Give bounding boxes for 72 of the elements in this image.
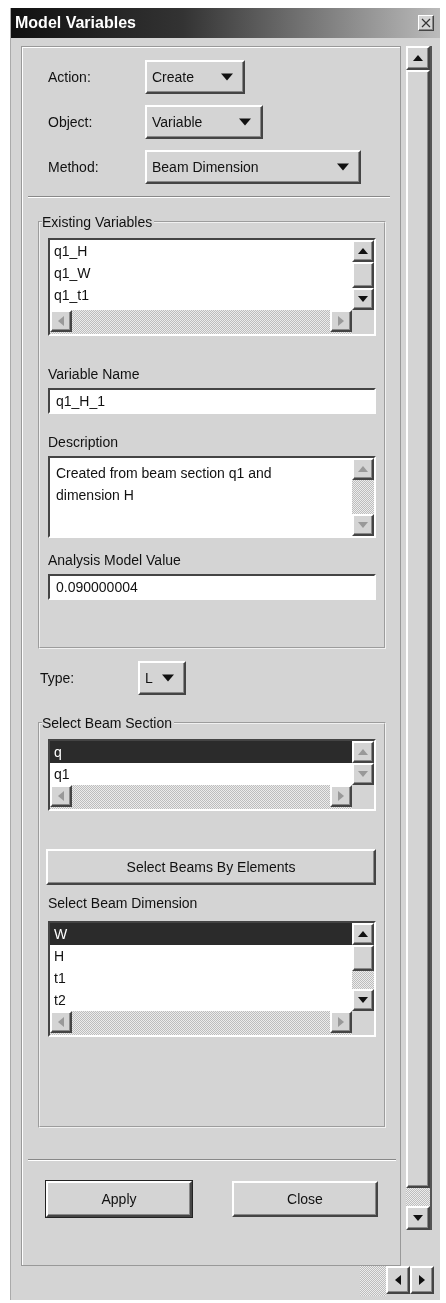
dialog-button[interactable]: Apply <box>46 1181 192 1217</box>
caret-icon <box>239 116 251 128</box>
up-triangle-icon <box>358 464 368 474</box>
scroll-down-button[interactable] <box>352 288 374 310</box>
scroll-thumb[interactable] <box>352 262 374 288</box>
caret-icon <box>162 672 174 684</box>
window-title: Model Variables <box>15 14 136 32</box>
up-triangle-icon <box>358 747 368 757</box>
right-triangle-icon <box>336 316 346 326</box>
up-triangle-icon <box>413 53 423 63</box>
list-item[interactable]: q <box>50 741 352 763</box>
scroll-down-button[interactable] <box>352 763 374 785</box>
field-label: Select Beam Dimension <box>48 895 199 911</box>
field-label: Type: <box>40 670 76 686</box>
field-label: Action: <box>48 69 92 85</box>
field-label: Method: <box>48 159 100 175</box>
dropdown[interactable]: Variable <box>145 105 263 139</box>
down-triangle-icon <box>358 520 368 530</box>
scroll-left-button[interactable] <box>386 1266 410 1294</box>
field-label: Analysis Model Value <box>48 552 182 568</box>
scroll-up-button[interactable] <box>352 240 374 262</box>
scroll-down-button[interactable] <box>352 514 374 536</box>
select-beams-button[interactable]: Select Beams By Elements <box>46 849 376 885</box>
dropdown[interactable]: L <box>138 661 186 695</box>
left-triangle-icon <box>393 1275 403 1285</box>
scroll-down-button[interactable] <box>352 989 374 1011</box>
scroll-thumb[interactable] <box>352 945 374 971</box>
down-triangle-icon <box>358 769 368 779</box>
scroll-right-button[interactable] <box>330 785 352 807</box>
field-label: Variable Name <box>48 366 141 382</box>
list-box[interactable]: W H t1 t2 <box>48 921 376 1037</box>
field-label: Object: <box>48 114 94 130</box>
list-box[interactable]: q q1 <box>48 739 376 811</box>
input-field[interactable]: q1_H_1 <box>48 388 376 414</box>
list-item[interactable]: W <box>50 923 352 945</box>
left-triangle-icon <box>56 791 66 801</box>
group-title: Select Beam Section <box>42 715 173 731</box>
scroll-up-button[interactable] <box>352 923 374 945</box>
caret-icon <box>337 161 349 173</box>
up-triangle-icon <box>358 929 368 939</box>
close-icon <box>421 18 431 28</box>
right-triangle-icon <box>336 1017 346 1027</box>
dialog-button[interactable]: Close <box>232 1181 378 1217</box>
list-box[interactable]: q1_H q1_W q1_t1 <box>48 238 376 336</box>
group-title: Existing Variables <box>42 214 154 230</box>
down-triangle-icon <box>358 995 368 1005</box>
input-field[interactable]: 0.090000004 <box>48 574 376 600</box>
down-triangle-icon <box>358 294 368 304</box>
right-triangle-icon <box>336 791 346 801</box>
scroll-up-button[interactable] <box>352 458 374 480</box>
scroll-left-button[interactable] <box>50 1011 72 1033</box>
scroll-right-button[interactable] <box>410 1266 434 1294</box>
up-triangle-icon <box>358 246 368 256</box>
right-triangle-icon <box>417 1275 427 1285</box>
scroll-down-button[interactable] <box>406 1206 430 1230</box>
scroll-up-button[interactable] <box>406 46 430 70</box>
left-triangle-icon <box>56 1017 66 1027</box>
scroll-track[interactable] <box>406 1188 430 1206</box>
scroll-right-button[interactable] <box>330 310 352 332</box>
close-button[interactable] <box>418 15 434 31</box>
scroll-up-button[interactable] <box>352 741 374 763</box>
scroll-track[interactable] <box>360 1266 386 1296</box>
down-triangle-icon <box>413 1213 423 1223</box>
scroll-right-button[interactable] <box>330 1011 352 1033</box>
left-triangle-icon <box>56 316 66 326</box>
text-area[interactable]: Created from beam section q1 and dimension H <box>48 456 376 538</box>
scroll-left-button[interactable] <box>50 785 72 807</box>
field-label: Description <box>48 434 120 450</box>
caret-icon <box>221 71 233 83</box>
dropdown[interactable]: Create <box>145 60 245 94</box>
scroll-left-button[interactable] <box>50 310 72 332</box>
dropdown[interactable]: Beam Dimension <box>145 150 361 184</box>
